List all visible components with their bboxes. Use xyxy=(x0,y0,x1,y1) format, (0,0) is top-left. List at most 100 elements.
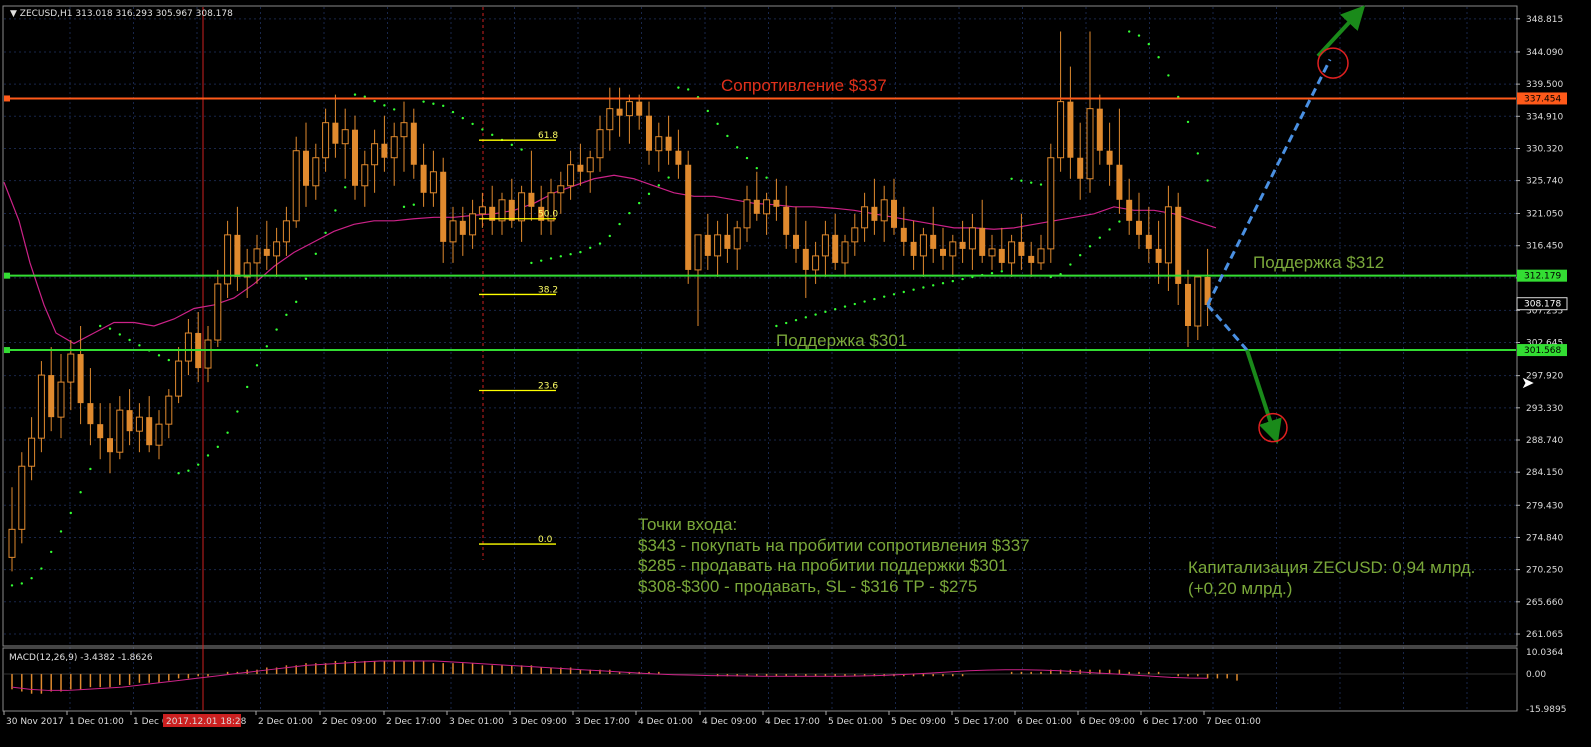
psar-dot xyxy=(383,104,386,107)
candle-body-bear xyxy=(675,150,682,165)
candle-body-bear xyxy=(616,108,623,116)
price-tick-label: 334.910 xyxy=(1526,112,1563,122)
candle-body-bull xyxy=(390,136,398,159)
vertical-markers xyxy=(202,7,484,711)
macd-tick-label: 0.00 xyxy=(1526,670,1546,680)
psar-dot xyxy=(902,290,905,294)
psar-dot xyxy=(1137,34,1141,37)
candle-body-bull xyxy=(988,248,996,257)
candle-body-bull xyxy=(292,150,300,222)
candle-body-bull xyxy=(116,409,124,453)
buy-forecast-arrow xyxy=(1316,5,1366,58)
psar-dot xyxy=(834,307,837,311)
candle-body-bear xyxy=(528,192,535,207)
fib-label: 23.6 xyxy=(538,382,558,392)
price-tick-label: 261.065 xyxy=(1526,630,1563,640)
psar-dot xyxy=(334,209,337,212)
price-flag-label: 308.178 xyxy=(1524,300,1561,310)
candle-body-bull xyxy=(67,353,75,383)
psar-dot xyxy=(187,469,190,472)
candle-body-bull xyxy=(821,234,829,257)
psar-dot xyxy=(540,259,543,262)
macd-panel xyxy=(4,660,1516,694)
candle-body-bull xyxy=(371,143,379,166)
time-tick-label: 1 Dec 0 xyxy=(133,717,168,727)
candle-body-bear xyxy=(685,164,692,270)
entry-line: $343 - покупать на пробитии сопротивлени… xyxy=(638,535,1030,555)
macd-signal-line xyxy=(11,660,1208,691)
candle-body-bear xyxy=(979,227,986,256)
fib-label: 50.0 xyxy=(538,210,558,220)
time-tick-label: 5 Dec 09:00 xyxy=(891,717,946,727)
psar-dot xyxy=(598,242,602,245)
psar-dot xyxy=(853,302,856,306)
psar-dot xyxy=(50,550,53,554)
psar-dot xyxy=(510,143,513,147)
time-tick-label: 30 Nov 2017 xyxy=(6,717,64,727)
psar-dot xyxy=(20,582,23,585)
psar-dot xyxy=(246,385,249,389)
psar-dot xyxy=(579,250,582,254)
candle-body-bear xyxy=(1096,108,1103,151)
candle-body-bull xyxy=(841,241,849,264)
price-flags: 337.454 312.179 308.178 301.568 xyxy=(1516,92,1568,357)
psar-dot xyxy=(520,148,523,151)
candle-body-bull xyxy=(37,374,45,439)
candle-body-bull xyxy=(282,220,290,243)
candle-body-bull xyxy=(763,199,771,215)
capitalization-note: Капитализация ZECUSD: 0,94 млрд. (+0,20 … xyxy=(1188,557,1475,599)
psar-dot xyxy=(226,431,229,434)
candle-body-bull xyxy=(655,136,663,152)
fib-label: 0.0 xyxy=(538,535,553,545)
candle-body-bull xyxy=(322,122,330,159)
psar-dot xyxy=(589,246,592,249)
level-anchor-support_301 xyxy=(4,347,10,354)
candle-body-bull xyxy=(733,227,741,250)
candle-body-bear xyxy=(1028,255,1035,263)
time-tick-label: 2 Dec 09:00 xyxy=(322,717,377,727)
candle-body-bear xyxy=(665,136,672,151)
psar-dot xyxy=(216,445,219,449)
psar-dot xyxy=(785,321,788,325)
psar-dot xyxy=(481,128,484,131)
candle-body-bear xyxy=(97,424,104,439)
psar-dot xyxy=(451,110,455,114)
psar-dot xyxy=(569,252,572,256)
price-tick-label: 321.050 xyxy=(1526,209,1563,219)
candle-body-bull xyxy=(625,101,633,117)
candle-body-bear xyxy=(1175,206,1182,284)
psar-dot xyxy=(255,364,259,367)
psar-dot xyxy=(1000,270,1003,273)
candle-body-bear xyxy=(459,220,466,235)
candle-body-bull xyxy=(949,241,957,257)
candle-body-bear xyxy=(1106,150,1113,165)
time-marker-label: 2017.12.01 18:28 xyxy=(166,717,247,727)
psar-dot xyxy=(128,338,131,342)
candle-body-bull xyxy=(919,234,927,257)
candle-body-bull xyxy=(1008,241,1016,264)
candle-body-bear xyxy=(704,234,711,256)
candle-body-bear xyxy=(77,354,84,404)
candle-body-bull xyxy=(8,528,16,558)
psar-dot xyxy=(412,203,415,206)
grid-lines xyxy=(4,7,1516,711)
psar-dot xyxy=(236,410,239,413)
psar-dot xyxy=(304,277,308,280)
candle-body-bear xyxy=(332,122,339,144)
psar-dot xyxy=(1088,245,1092,248)
candle-body-bull xyxy=(57,381,65,418)
psar-dot xyxy=(422,100,425,103)
psar-dot xyxy=(873,297,876,301)
psar-dot xyxy=(628,211,631,215)
price-tick-label: 284.150 xyxy=(1526,468,1563,478)
psar-dot xyxy=(1118,220,1121,223)
candle-body-bull xyxy=(449,220,457,243)
level-anchor-support_312 xyxy=(4,272,10,279)
price-tick-label: 288.740 xyxy=(1526,436,1563,446)
time-tick-label: 4 Dec 09:00 xyxy=(702,717,757,727)
support-301-label: Поддержка $301 xyxy=(776,331,908,350)
time-tick-label: 6 Dec 01:00 xyxy=(1017,717,1072,727)
psar-dot xyxy=(1147,42,1151,46)
psar-dot xyxy=(432,102,435,105)
time-axis: 30 Nov 2017 1 Dec 01:00 1 Dec 02017.12.01 … xyxy=(3,711,1261,727)
